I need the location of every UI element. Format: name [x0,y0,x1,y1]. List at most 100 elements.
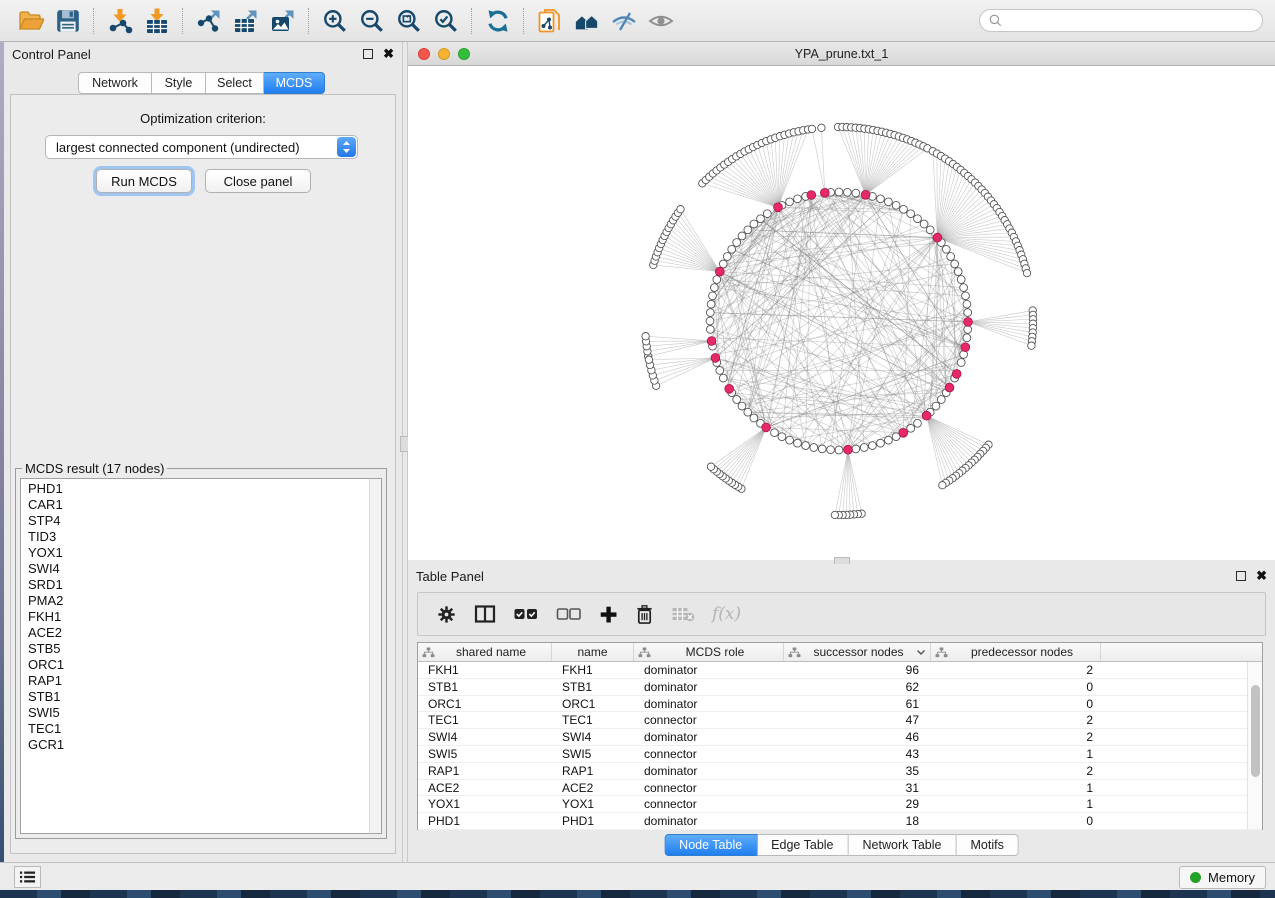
column-header-predecessor-nodes[interactable]: predecessor nodes [931,643,1101,661]
task-history-button[interactable] [14,866,41,888]
settings-button[interactable] [436,604,457,625]
network-canvas[interactable] [408,66,1275,560]
scrollbar-thumb[interactable] [1251,685,1260,777]
cell-predecessor-nodes: 2 [931,763,1101,780]
column-header-successor-nodes[interactable]: successor nodes [784,643,931,661]
column-header-MCDS-role[interactable]: MCDS role [634,643,784,661]
float-panel-icon[interactable] [363,49,373,59]
float-panel-icon[interactable] [1236,571,1246,581]
tab-network-table[interactable]: Network Table [849,834,957,856]
mcds-hub-node[interactable] [861,190,870,199]
mcds-result-item[interactable]: PMA2 [28,593,369,609]
mcds-result-item[interactable]: GCR1 [28,737,369,753]
mcds-result-item[interactable]: YOX1 [28,545,369,561]
tab-node-table[interactable]: Node Table [664,834,757,856]
mcds-result-scrollbar[interactable] [369,478,382,834]
search-input[interactable] [1003,14,1254,28]
zoom-in-button[interactable] [316,5,353,37]
tab-edge-table[interactable]: Edge Table [757,834,848,856]
table-row[interactable]: RAP1RAP1dominator352 [418,763,1262,780]
mcds-result-item[interactable]: CAR1 [28,497,369,513]
export-image-button[interactable] [264,5,301,37]
select-all-button[interactable] [513,606,539,622]
mcds-hub-node[interactable] [774,203,783,212]
search-box[interactable] [979,9,1263,32]
mcds-hub-node[interactable] [964,318,973,327]
mcds-hub-node[interactable] [807,191,816,200]
import-network-button[interactable] [101,5,138,37]
table-row[interactable]: ORC1ORC1dominator610 [418,696,1262,713]
table-row[interactable]: ACE2ACE2connector311 [418,780,1262,797]
mcds-hub-node[interactable] [725,384,734,393]
table-panel-titlebar: Table Panel ✖ [408,564,1275,588]
table-row[interactable]: STB1STB1dominator620 [418,679,1262,696]
table-row[interactable]: SWI5SWI5connector431 [418,746,1262,763]
run-mcds-button[interactable]: Run MCDS [96,169,192,193]
mcds-result-item[interactable]: SWI4 [28,561,369,577]
mcds-hub-node[interactable] [899,428,908,437]
mcds-hub-node[interactable] [961,343,970,352]
tab-network[interactable]: Network [78,72,152,94]
mcds-result-item[interactable]: SRD1 [28,577,369,593]
mcds-result-item[interactable]: ORC1 [28,657,369,673]
export-network-button[interactable] [190,5,227,37]
mcds-result-item[interactable]: SWI5 [28,705,369,721]
import-table-button[interactable] [138,5,175,37]
mcds-hub-node[interactable] [820,188,829,197]
zoom-out-button[interactable] [353,5,390,37]
refresh-button[interactable] [479,5,516,37]
trash-button[interactable] [635,604,654,625]
show-all-button[interactable] [642,5,679,37]
add-button[interactable] [599,605,618,624]
cell-name: STB1 [552,679,634,696]
close-panel-icon[interactable]: ✖ [1256,571,1267,581]
table-row[interactable]: FKH1FKH1dominator962 [418,662,1262,679]
mcds-hub-node[interactable] [711,354,720,363]
mcds-result-list[interactable]: PHD1CAR1STP4TID3YOX1SWI4SRD1PMA2FKH1ACE2… [20,478,369,834]
mcds-result-item[interactable]: STP4 [28,513,369,529]
mcds-hub-node[interactable] [715,267,724,276]
tab-select[interactable]: Select [206,72,264,94]
close-panel-button[interactable]: Close panel [205,169,311,193]
tab-style[interactable]: Style [152,72,206,94]
mcds-result-item[interactable]: TID3 [28,529,369,545]
zoom-fit-button[interactable] [390,5,427,37]
close-panel-icon[interactable]: ✖ [383,49,394,59]
column-header-shared-name[interactable]: shared name [418,643,552,661]
mcds-hub-node[interactable] [762,423,771,432]
table-row[interactable]: TEC1TEC1connector472 [418,712,1262,729]
mcds-result-item[interactable]: ACE2 [28,625,369,641]
mcds-hub-node[interactable] [707,337,716,346]
duplicate-network-button[interactable] [531,5,568,37]
tab-motifs[interactable]: Motifs [956,834,1018,856]
mcds-result-item[interactable]: STB1 [28,689,369,705]
mcds-hub-node[interactable] [844,445,853,454]
table-row[interactable]: PHD1PHD1dominator180 [418,813,1262,830]
sort-chevron-icon[interactable] [916,649,926,656]
split-columns-button[interactable] [474,604,496,624]
mcds-result-item[interactable]: FKH1 [28,609,369,625]
mcds-result-item[interactable]: RAP1 [28,673,369,689]
memory-button[interactable]: Memory [1179,866,1266,889]
open-file-button[interactable] [12,5,49,37]
mcds-result-item[interactable]: PHD1 [28,481,369,497]
mcds-hub-node[interactable] [922,411,931,420]
export-table-button[interactable] [227,5,264,37]
tab-mcds[interactable]: MCDS [264,72,325,94]
table-panel: Table Panel ✖ f(x) shared namenameMCDS r… [408,564,1275,862]
mcds-result-item[interactable]: TEC1 [28,721,369,737]
deselect-all-button[interactable] [556,606,582,622]
mcds-result-item[interactable]: STB5 [28,641,369,657]
optimization-criterion-dropdown[interactable]: largest connected component (undirected) [45,135,358,159]
save-button[interactable] [49,5,86,37]
column-header-name[interactable]: name [552,643,634,661]
hide-selected-button[interactable] [605,5,642,37]
mcds-hub-node[interactable] [945,383,954,392]
table-row[interactable]: SWI4SWI4dominator462 [418,729,1262,746]
table-row[interactable]: YOX1YOX1connector291 [418,796,1262,813]
mcds-hub-node[interactable] [933,233,942,242]
zoom-selected-button[interactable] [427,5,464,37]
table-scrollbar[interactable] [1247,662,1262,829]
first-neighbors-button[interactable] [568,5,605,37]
mcds-hub-node[interactable] [952,370,961,379]
